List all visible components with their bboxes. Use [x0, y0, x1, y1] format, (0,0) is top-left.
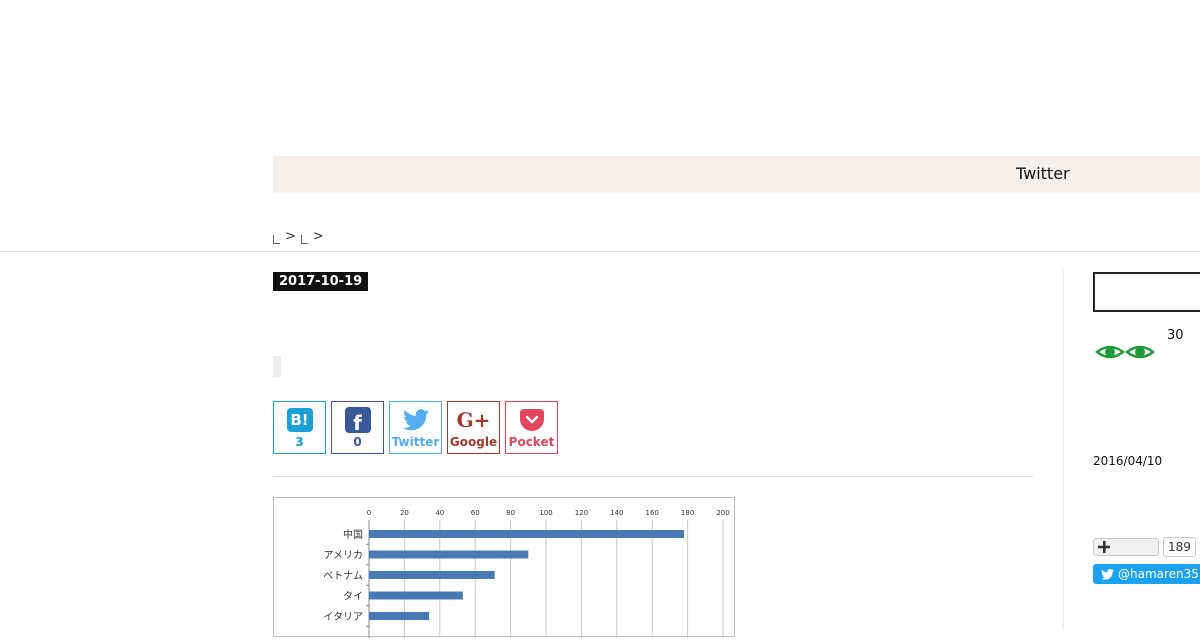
chart-tick-label: 20 — [400, 509, 409, 517]
chart-svg: 0 20 40 60 80 100 120 140 160 180 200 中国アメリカベトナムタイイ… — [323, 509, 730, 638]
chart-tick-label: 60 — [471, 509, 480, 517]
breadcrumb-separator: > — [312, 229, 324, 244]
twitter-handle: @hamaren35 — [1118, 567, 1199, 581]
chart-tick-label: 80 — [506, 509, 515, 517]
eyes-icon — [1095, 340, 1159, 368]
breadcrumb: > > — [273, 229, 324, 244]
facebook-share-button[interactable]: f 0 — [331, 401, 384, 454]
nav-twitter-link[interactable]: Twitter — [1016, 164, 1070, 183]
chart-bar — [369, 571, 495, 579]
follow-widget: 189 — [1093, 537, 1196, 557]
plus-icon — [1098, 541, 1110, 553]
facebook-icon: f — [344, 406, 371, 433]
chart-category-label: ベトナム — [323, 570, 363, 582]
chart-category-label: イタリア — [323, 611, 363, 623]
pocket-share-label: Pocket — [508, 434, 555, 449]
chart-bar — [369, 550, 529, 559]
chart-category-label: アメリカ — [324, 550, 364, 562]
google-share-label: Google — [449, 434, 498, 449]
country-bar-chart: 0 20 40 60 80 100 120 140 160 180 200 中国アメリカベトナムタイイ… — [273, 497, 735, 638]
hatena-count: 3 — [295, 434, 304, 449]
article-tag-placeholder — [273, 356, 281, 377]
chart-bar — [369, 530, 685, 538]
chart-category-label: タイ — [343, 591, 363, 603]
chart-tick-label: 140 — [610, 509, 623, 517]
chart-tick-label: 120 — [575, 509, 588, 517]
chart-bar — [369, 591, 463, 600]
chart-bar — [369, 612, 430, 620]
chart-tick-label: 160 — [646, 509, 659, 517]
chart-tick-label: 200 — [716, 509, 729, 517]
google-plus-share-button[interactable]: G+ Google — [447, 401, 500, 454]
twitter-share-label: Twitter — [391, 434, 440, 449]
chart-tick-label: 40 — [435, 509, 444, 517]
chart-category-label: 中国 — [343, 528, 363, 541]
hatena-icon: B! — [286, 407, 313, 432]
article-date: 2017-10-19 — [273, 272, 369, 291]
breadcrumb-separator: > — [285, 229, 296, 244]
pocket-icon — [519, 408, 544, 431]
breadcrumb-home-link[interactable] — [273, 235, 280, 244]
breadcrumb-category-link[interactable] — [300, 235, 308, 244]
follower-count: 189 — [1163, 537, 1196, 557]
chart-tick-label: 100 — [539, 509, 552, 517]
facebook-count: 0 — [353, 434, 362, 449]
share-buttons: B! 3 f 0 Twitter G+ Google Pocket — [273, 401, 558, 454]
header-divider — [0, 251, 1200, 252]
pocket-save-button[interactable]: Pocket — [505, 401, 558, 454]
twitter-bird-icon — [402, 408, 429, 430]
top-nav-bar: Twitter — [273, 156, 1200, 193]
sidebar-date: 2016/04/10 — [1093, 454, 1163, 468]
twitter-share-button[interactable]: Twitter — [389, 401, 442, 454]
follow-button[interactable] — [1093, 538, 1159, 556]
chart-tick-label: 180 — [681, 509, 694, 517]
eyes-count: 30 — [1167, 328, 1184, 343]
twitter-follow-button[interactable]: @hamaren35 — [1093, 564, 1200, 584]
sidebar-search-box[interactable] — [1093, 272, 1200, 312]
content-divider — [273, 476, 1033, 477]
google-plus-icon: G+ — [456, 407, 491, 432]
twitter-bird-icon — [1101, 568, 1114, 580]
sidebar-divider — [1063, 270, 1064, 630]
chart-tick-label: 0 — [367, 509, 371, 517]
hatena-bookmark-button[interactable]: B! 3 — [273, 401, 326, 454]
